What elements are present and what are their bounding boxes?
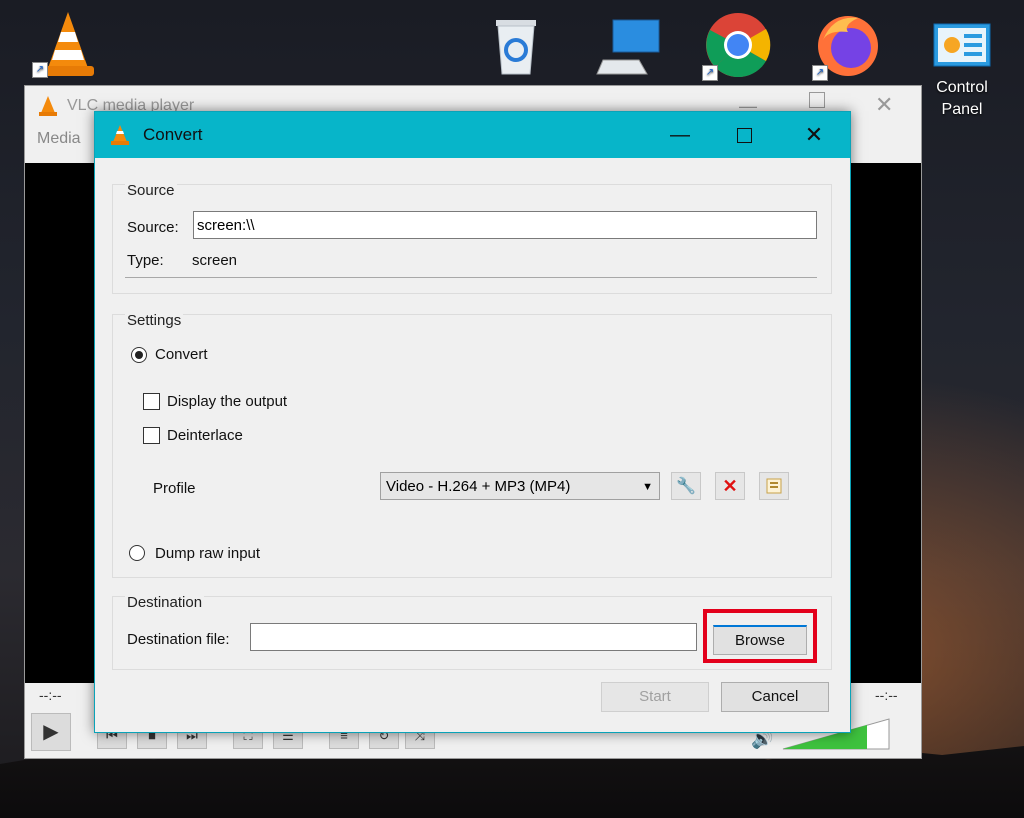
control-panel-label: Control Panel (936, 79, 988, 118)
type-value: screen (192, 252, 238, 269)
new-profile-button[interactable] (759, 472, 789, 500)
convert-radio[interactable] (131, 347, 147, 363)
browse-highlight-box (703, 609, 817, 663)
shortcut-arrow-icon: ↗ (32, 62, 48, 78)
cancel-button[interactable]: Cancel (721, 682, 829, 712)
type-label: Type: (127, 252, 164, 269)
destination-file-label: Destination file: (127, 631, 230, 648)
firefox-icon[interactable]: ↗ (808, 10, 888, 85)
this-pc-icon[interactable] (590, 12, 670, 83)
profile-label: Profile (153, 480, 196, 497)
new-profile-icon (766, 478, 782, 494)
vlc-close-button[interactable]: ✕ (875, 92, 893, 118)
settings-group: Settings Convert Display the output Dein… (112, 312, 832, 578)
display-output-label[interactable]: Display the output (167, 393, 287, 410)
recycle-bin-icon[interactable] (476, 12, 556, 83)
deinterlace-checkbox[interactable] (143, 427, 160, 444)
time-remaining: --:-- (875, 687, 898, 703)
dropdown-arrow-icon: ▼ (642, 481, 653, 493)
destination-group-title: Destination (125, 594, 205, 611)
dialog-title: Convert (143, 125, 203, 144)
recycle-bin-glyph (496, 20, 536, 75)
dump-raw-label[interactable]: Dump raw input (155, 545, 260, 562)
shortcut-arrow-icon: ↗ (812, 65, 828, 81)
settings-group-title: Settings (125, 312, 184, 329)
convert-radio-label[interactable]: Convert (155, 346, 208, 363)
profile-dropdown[interactable]: Video - H.264 + MP3 (MP4) ▼ (380, 472, 660, 500)
control-panel-glyph (933, 23, 991, 67)
start-button[interactable]: Start (601, 682, 709, 712)
profile-selected-value: Video - H.264 + MP3 (MP4) (386, 478, 571, 495)
maximize-icon (736, 127, 752, 143)
dialog-maximize-button[interactable] (721, 112, 767, 158)
control-panel-icon[interactable]: Control Panel (922, 20, 1002, 121)
dialog-minimize-button[interactable]: — (657, 112, 703, 158)
play-button[interactable]: ▶ (31, 713, 71, 751)
vlc-maximize-button[interactable] (809, 92, 825, 108)
vlc-small-icon (39, 96, 57, 116)
time-elapsed: --:-- (39, 687, 62, 703)
source-group-title: Source (125, 182, 177, 199)
convert-dialog: Convert — ✕ Source Source: screen:\\ Typ… (94, 111, 851, 733)
deinterlace-label[interactable]: Deinterlace (167, 427, 243, 444)
edit-profile-button[interactable]: 🔧 (671, 472, 701, 500)
dialog-title-bar: Convert — ✕ (95, 112, 850, 158)
shortcut-arrow-icon: ↗ (702, 65, 718, 81)
vlc-cone-icon (111, 125, 129, 145)
source-group: Source Source: screen:\\ Type: screen (112, 182, 832, 294)
wrench-icon: 🔧 (676, 478, 696, 495)
dialog-close-button[interactable]: ✕ (791, 112, 837, 158)
destination-file-input[interactable] (250, 623, 697, 651)
source-label: Source: (127, 219, 179, 236)
delete-profile-button[interactable]: ✕ (715, 472, 745, 500)
source-input[interactable]: screen:\\ (193, 211, 817, 239)
monitor-glyph (596, 19, 660, 75)
chrome-icon[interactable]: ↗ (698, 10, 778, 85)
display-output-checkbox[interactable] (143, 393, 160, 410)
source-divider (125, 277, 817, 278)
vlc-desktop-icon[interactable]: ↗ (28, 10, 108, 80)
dump-raw-radio[interactable] (129, 545, 145, 561)
red-x-icon: ✕ (722, 475, 738, 496)
